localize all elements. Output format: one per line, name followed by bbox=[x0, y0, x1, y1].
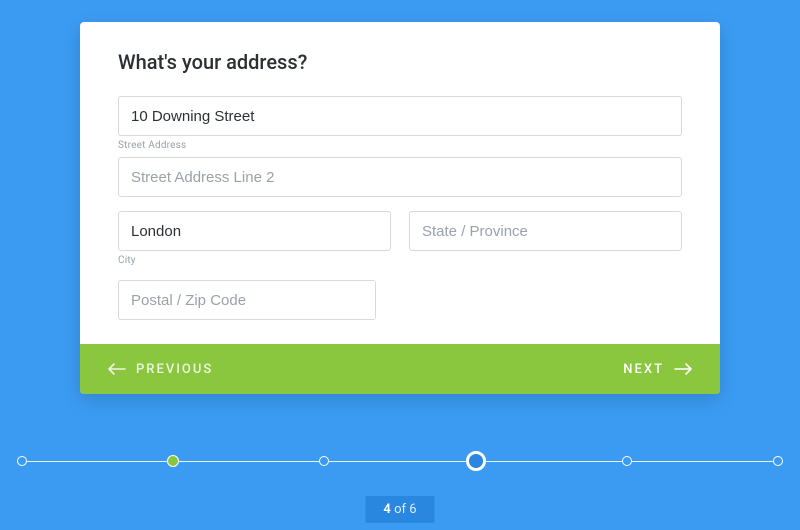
form-body: What's your address? Street Address City bbox=[80, 22, 720, 344]
progress-step-4[interactable] bbox=[466, 451, 486, 471]
city-label: City bbox=[118, 255, 391, 266]
street2-input[interactable] bbox=[118, 157, 682, 197]
arrow-right-icon bbox=[674, 362, 692, 376]
street-input[interactable] bbox=[118, 96, 682, 136]
arrow-left-icon bbox=[108, 362, 126, 376]
progress-step-3[interactable] bbox=[319, 456, 329, 466]
field-street2 bbox=[118, 157, 682, 197]
nav-bar: PREVIOUS NEXT bbox=[80, 344, 720, 394]
progress-step-5[interactable] bbox=[622, 456, 632, 466]
step-total: 6 bbox=[409, 502, 416, 517]
form-title: What's your address? bbox=[118, 50, 682, 74]
field-state bbox=[409, 211, 682, 266]
street-label: Street Address bbox=[118, 140, 682, 151]
state-input[interactable] bbox=[409, 211, 682, 251]
previous-button[interactable]: PREVIOUS bbox=[80, 344, 400, 394]
step-indicator: 4 of 6 bbox=[365, 496, 434, 523]
city-input[interactable] bbox=[118, 211, 391, 251]
previous-label: PREVIOUS bbox=[136, 362, 213, 377]
field-postal bbox=[118, 280, 376, 320]
form-card: What's your address? Street Address City bbox=[80, 22, 720, 394]
field-street: Street Address bbox=[118, 96, 682, 151]
progress-step-6[interactable] bbox=[773, 456, 783, 466]
row-city-state: City bbox=[118, 211, 682, 266]
progress-track bbox=[20, 461, 780, 462]
row-postal bbox=[118, 280, 682, 320]
field-city: City bbox=[118, 211, 391, 266]
progress-step-1[interactable] bbox=[17, 456, 27, 466]
next-label: NEXT bbox=[623, 362, 664, 377]
next-button[interactable]: NEXT bbox=[400, 344, 720, 394]
postal-input[interactable] bbox=[118, 280, 376, 320]
step-of: of bbox=[391, 502, 409, 517]
progress-step-2[interactable] bbox=[167, 455, 179, 467]
